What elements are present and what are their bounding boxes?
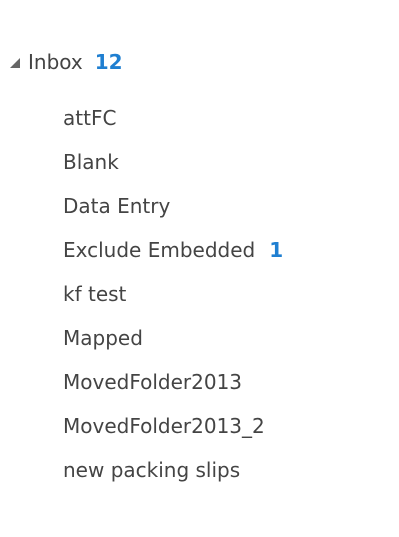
folder-label: MovedFolder2013 — [63, 370, 243, 394]
folder-item-movedfolder2013-2[interactable]: MovedFolder2013_2 — [63, 404, 283, 448]
folder-label: Data Entry — [63, 194, 171, 218]
folder-label: MovedFolder2013_2 — [63, 414, 265, 438]
folder-item-new-packing-slips[interactable]: new packing slips — [63, 448, 283, 492]
folder-item-kf-test[interactable]: kf test — [63, 272, 283, 316]
folder-label: kf test — [63, 282, 127, 306]
folder-item-mapped[interactable]: Mapped — [63, 316, 283, 360]
folder-label: Blank — [63, 150, 119, 174]
collapse-triangle-icon[interactable] — [10, 58, 20, 68]
folder-item-exclude-embedded[interactable]: Exclude Embedded 1 — [63, 228, 283, 272]
folder-label: Mapped — [63, 326, 143, 350]
folder-item-movedfolder2013[interactable]: MovedFolder2013 — [63, 360, 283, 404]
folder-label: new packing slips — [63, 458, 241, 482]
folder-item-attfc[interactable]: attFC — [63, 96, 283, 140]
folder-item-data-entry[interactable]: Data Entry — [63, 184, 283, 228]
inbox-subfolder-list: attFC Blank Data Entry Exclude Embedded … — [63, 96, 283, 492]
folder-inbox[interactable]: Inbox 12 — [10, 44, 123, 80]
folder-item-blank[interactable]: Blank — [63, 140, 283, 184]
unread-count-badge: 12 — [94, 50, 123, 74]
folder-label: Inbox — [28, 50, 83, 74]
folder-pane: Inbox 12 attFC Blank Data Entry Exclude … — [0, 0, 399, 537]
unread-count-badge: 1 — [269, 238, 284, 262]
folder-label: attFC — [63, 106, 117, 130]
folder-label: Exclude Embedded — [63, 238, 256, 262]
